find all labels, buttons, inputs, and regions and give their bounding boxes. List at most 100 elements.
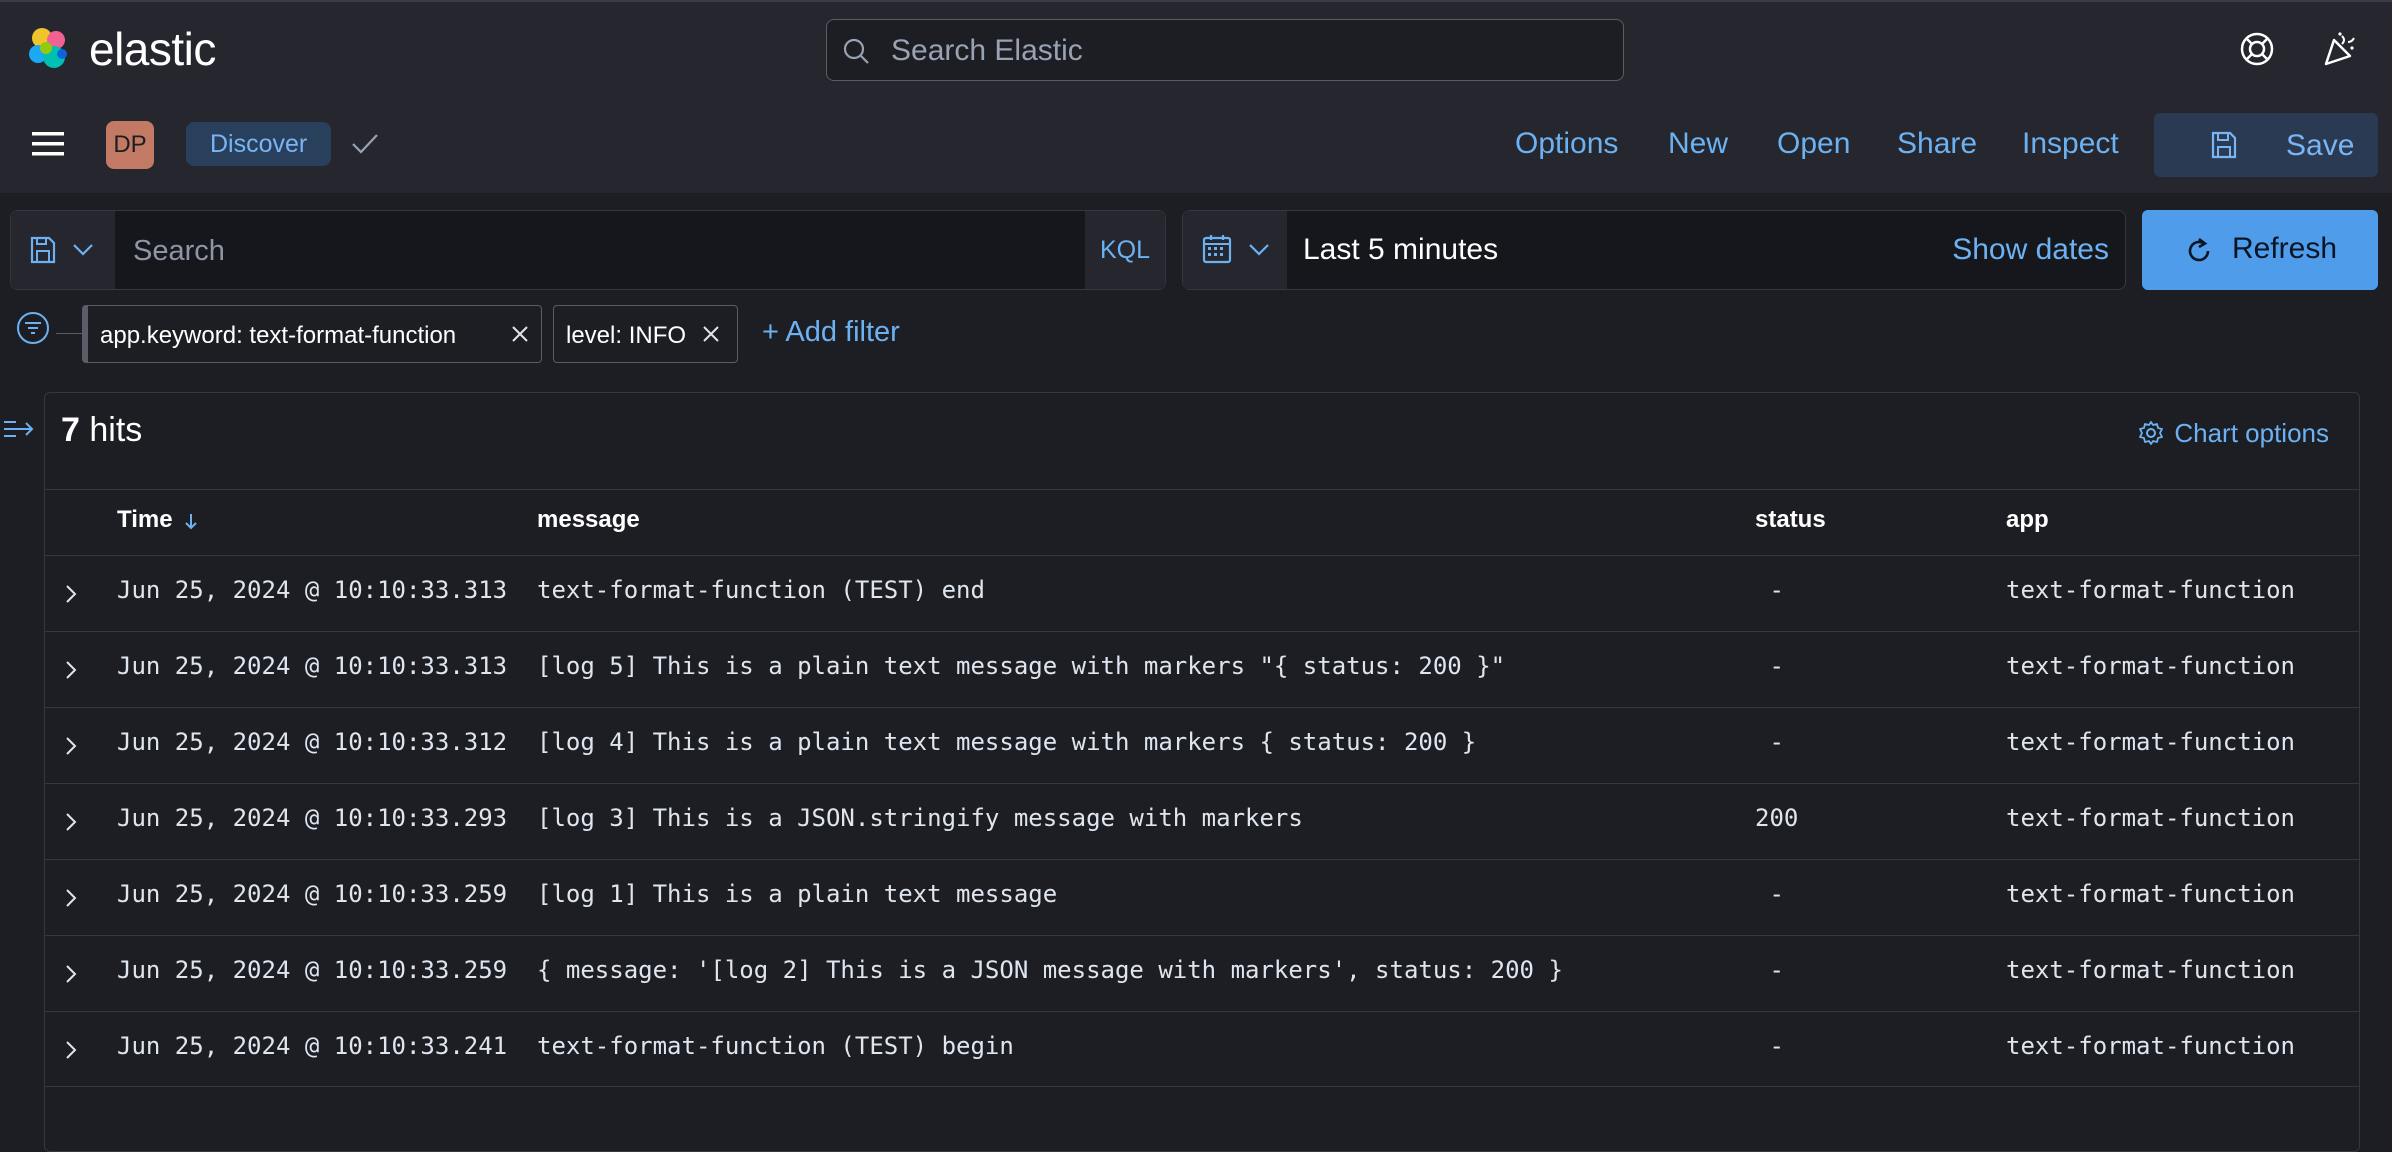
column-header-status[interactable]: status [1755, 506, 1826, 534]
cell-message: [log 1] This is a plain text message [537, 880, 1058, 908]
search-icon [843, 38, 869, 64]
table-divider [45, 489, 2359, 490]
hit-count-number: 7 [61, 411, 80, 449]
cell-time: Jun 25, 2024 @ 10:10:33.259 [117, 880, 508, 908]
cell-message: { message: '[log 2] This is a JSON messa… [537, 956, 1563, 984]
close-icon[interactable] [510, 324, 530, 344]
query-bar: KQL [10, 210, 1166, 291]
chart-options-label: Chart options [2174, 418, 2329, 448]
table-row[interactable]: Jun 25, 2024 @ 10:10:33.313 text-format-… [45, 555, 2359, 631]
column-header-app[interactable]: app [2006, 506, 2049, 534]
filter-divider [56, 333, 82, 334]
table-row[interactable]: Jun 25, 2024 @ 10:10:33.241 text-format-… [45, 1011, 2359, 1087]
hit-count: 7 hits [61, 411, 142, 450]
date-picker: Last 5 minutes Show dates [1182, 210, 2126, 290]
show-dates-link[interactable]: Show dates [1952, 233, 2109, 267]
brand-name: elastic [89, 23, 216, 75]
expand-row-icon[interactable] [63, 810, 79, 834]
cell-app: text-format-function [2006, 880, 2295, 908]
chevron-down-icon [73, 244, 93, 256]
global-search[interactable] [826, 19, 1624, 82]
refresh-label: Refresh [2232, 232, 2338, 265]
cell-time: Jun 25, 2024 @ 10:10:33.313 [117, 652, 508, 680]
expand-row-icon[interactable] [63, 962, 79, 986]
chart-options-button[interactable]: Chart options [2138, 418, 2329, 449]
expand-row-icon[interactable] [63, 1038, 79, 1062]
column-header-message[interactable]: message [537, 506, 640, 534]
cell-time: Jun 25, 2024 @ 10:10:33.259 [117, 956, 508, 984]
table-row[interactable]: Jun 25, 2024 @ 10:10:33.312 [log 4] This… [45, 707, 2359, 783]
cell-status: - [1755, 1032, 1784, 1060]
cell-app: text-format-function [2006, 1032, 2295, 1060]
cell-time: Jun 25, 2024 @ 10:10:33.293 [117, 804, 508, 832]
table-row[interactable]: Jun 25, 2024 @ 10:10:33.293 [log 3] This… [45, 783, 2359, 859]
menu-icon[interactable] [30, 129, 66, 159]
refresh-button[interactable]: Refresh [2142, 210, 2378, 290]
cell-status: - [1755, 728, 1784, 756]
open-link[interactable]: Open [1777, 127, 1850, 161]
help-icon[interactable] [2238, 30, 2276, 68]
save-icon [2211, 131, 2237, 159]
cell-time: Jun 25, 2024 @ 10:10:33.241 [117, 1032, 508, 1060]
filter-pill-level[interactable]: level: INFO [553, 305, 738, 363]
hits-label: hits [89, 411, 143, 449]
quick-date-menu[interactable] [1183, 211, 1287, 289]
cell-message: [log 3] This is a JSON.stringify message… [537, 804, 1303, 832]
saved-query-icon [30, 236, 56, 264]
cell-status: - [1755, 956, 1784, 984]
expand-row-icon[interactable] [63, 886, 79, 910]
filter-pill-app[interactable]: app.keyword: text-format-function [82, 305, 542, 363]
cell-app: text-format-function [2006, 804, 2295, 832]
share-link[interactable]: Share [1897, 127, 1977, 161]
close-icon[interactable] [701, 324, 721, 344]
cell-status: - [1755, 576, 1784, 604]
query-language-button[interactable]: KQL [1085, 211, 1165, 289]
chevron-down-icon [1249, 244, 1269, 256]
expand-row-icon[interactable] [63, 734, 79, 758]
cell-app: text-format-function [2006, 652, 2295, 680]
cell-status: - [1755, 880, 1784, 908]
cell-message: [log 5] This is a plain text message wit… [537, 652, 1506, 680]
new-link[interactable]: New [1668, 127, 1728, 161]
table-row[interactable]: Jun 25, 2024 @ 10:10:33.259 { message: '… [45, 935, 2359, 1011]
cell-message: text-format-function (TEST) end [537, 576, 985, 604]
results-panel: 7 hits Chart options Time message status… [44, 392, 2360, 1152]
expand-row-icon[interactable] [63, 658, 79, 682]
expand-row-icon[interactable] [63, 582, 79, 606]
column-header-label: Time [117, 506, 173, 533]
check-icon [352, 134, 378, 154]
app-bar: DP Discover Options New Open Share Inspe… [0, 97, 2392, 193]
add-filter-button[interactable]: + Add filter [762, 316, 900, 349]
cell-status: - [1755, 652, 1784, 680]
save-label: Save [2286, 129, 2355, 162]
query-search-input[interactable] [131, 211, 1085, 291]
filter-icon[interactable] [16, 311, 50, 345]
sidebar-toggle-icon[interactable] [2, 416, 36, 442]
sort-down-icon[interactable] [183, 511, 199, 531]
cell-message: [log 4] This is a plain text message wit… [537, 728, 1477, 756]
cell-app: text-format-function [2006, 956, 2295, 984]
save-button[interactable]: Save [2154, 113, 2378, 177]
filter-pill-label: app.keyword: text-format-function [100, 322, 457, 349]
global-header: elastic [0, 0, 2392, 97]
table-row[interactable]: Jun 25, 2024 @ 10:10:33.259 [log 1] This… [45, 859, 2359, 935]
date-range-text[interactable]: Last 5 minutes [1303, 233, 1498, 267]
column-header-time[interactable]: Time [117, 506, 199, 534]
cell-time: Jun 25, 2024 @ 10:10:33.313 [117, 576, 508, 604]
cell-app: text-format-function [2006, 728, 2295, 756]
global-search-input[interactable] [889, 20, 1593, 82]
filter-pill-label: level: INFO [566, 322, 687, 349]
options-link[interactable]: Options [1515, 127, 1618, 161]
cell-message: text-format-function (TEST) begin [537, 1032, 1014, 1060]
gear-icon [2139, 421, 2164, 445]
refresh-icon [2188, 237, 2210, 262]
cell-app: text-format-function [2006, 576, 2295, 604]
cell-status: 200 [1755, 804, 1799, 832]
saved-query-menu[interactable] [11, 211, 115, 289]
elastic-logo-icon[interactable] [24, 24, 74, 74]
news-icon[interactable] [2320, 30, 2358, 68]
breadcrumb-discover[interactable]: Discover [186, 122, 332, 166]
table-row[interactable]: Jun 25, 2024 @ 10:10:33.313 [log 5] This… [45, 631, 2359, 707]
inspect-link[interactable]: Inspect [2022, 127, 2119, 161]
avatar[interactable]: DP [106, 121, 154, 169]
